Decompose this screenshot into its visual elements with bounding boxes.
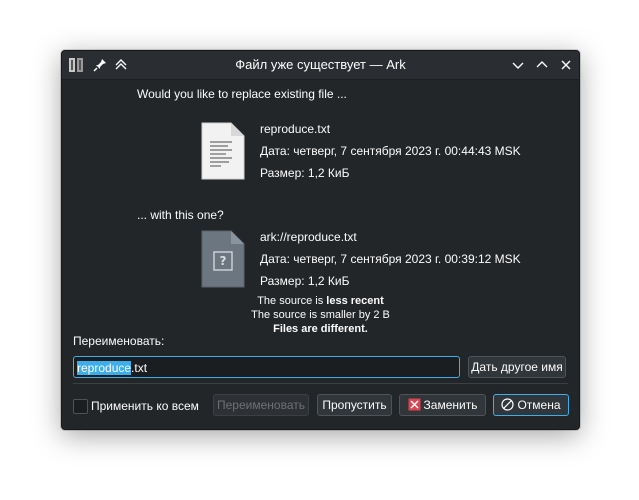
titlebar[interactable]: Файл уже существует — Ark <box>62 51 579 80</box>
comparison-summary: The source is less recent The source is … <box>62 294 579 336</box>
replace-icon <box>408 398 421 411</box>
size-difference: The source is smaller by 2 B <box>251 309 390 321</box>
new-file-date: Дата: четверг, 7 сентября 2023 г. 00:39:… <box>260 252 521 266</box>
chevron-down-icon <box>512 62 524 69</box>
suggest-new-name-button[interactable]: Дать другое имя <box>468 356 566 378</box>
replace-button[interactable]: Заменить <box>399 394 486 416</box>
unknown-file-icon: ? <box>201 230 245 288</box>
minimize-button[interactable] <box>510 57 526 73</box>
close-button[interactable] <box>558 57 574 73</box>
file-exists-dialog: Файл уже существует — Ark Would you like… <box>61 50 580 430</box>
existing-file-name: reproduce.txt <box>260 122 331 136</box>
new-file-size: Размер: 1,2 КиБ <box>260 274 350 288</box>
window-title: Файл уже существует — Ark <box>235 57 406 72</box>
separator <box>73 383 568 384</box>
existing-file-size: Размер: 1,2 КиБ <box>260 166 350 180</box>
apply-to-all-label[interactable]: Применить ко всем <box>91 399 199 413</box>
rename-input[interactable]: reproduce.txt <box>73 356 460 378</box>
source-age: less recent <box>326 295 384 307</box>
existing-file-info: reproduce.txt Дата: четверг, 7 сентября … <box>260 118 521 184</box>
new-file-name: ark://reproduce.txt <box>260 230 357 244</box>
svg-text:?: ? <box>220 254 227 268</box>
replace-question: Would you like to replace existing file … <box>137 87 347 101</box>
cancel-button-label: Отмена <box>517 398 561 412</box>
text-file-icon <box>201 122 245 180</box>
source-age-line: The source is less recent <box>257 295 384 307</box>
replace-button-label: Заменить <box>423 398 478 412</box>
close-icon <box>561 60 571 70</box>
cancel-button[interactable]: Отмена <box>493 394 569 416</box>
with-this-label: ... with this one? <box>137 208 224 222</box>
existing-file-date: Дата: четверг, 7 сентября 2023 г. 00:44:… <box>260 144 521 158</box>
rename-label: Переименовать: <box>73 334 165 348</box>
maximize-button[interactable] <box>534 57 550 73</box>
new-file-info: ark://reproduce.txt Дата: четверг, 7 сен… <box>260 226 521 292</box>
rename-button[interactable]: Переименовать <box>213 394 309 416</box>
rename-input-selection: reproduce <box>77 361 132 375</box>
chevron-up-icon <box>536 61 548 68</box>
cancel-icon <box>501 398 515 411</box>
rename-input-extension: .txt <box>131 361 148 375</box>
skip-button[interactable]: Пропустить <box>317 394 392 416</box>
apply-to-all-checkbox[interactable] <box>73 399 88 414</box>
